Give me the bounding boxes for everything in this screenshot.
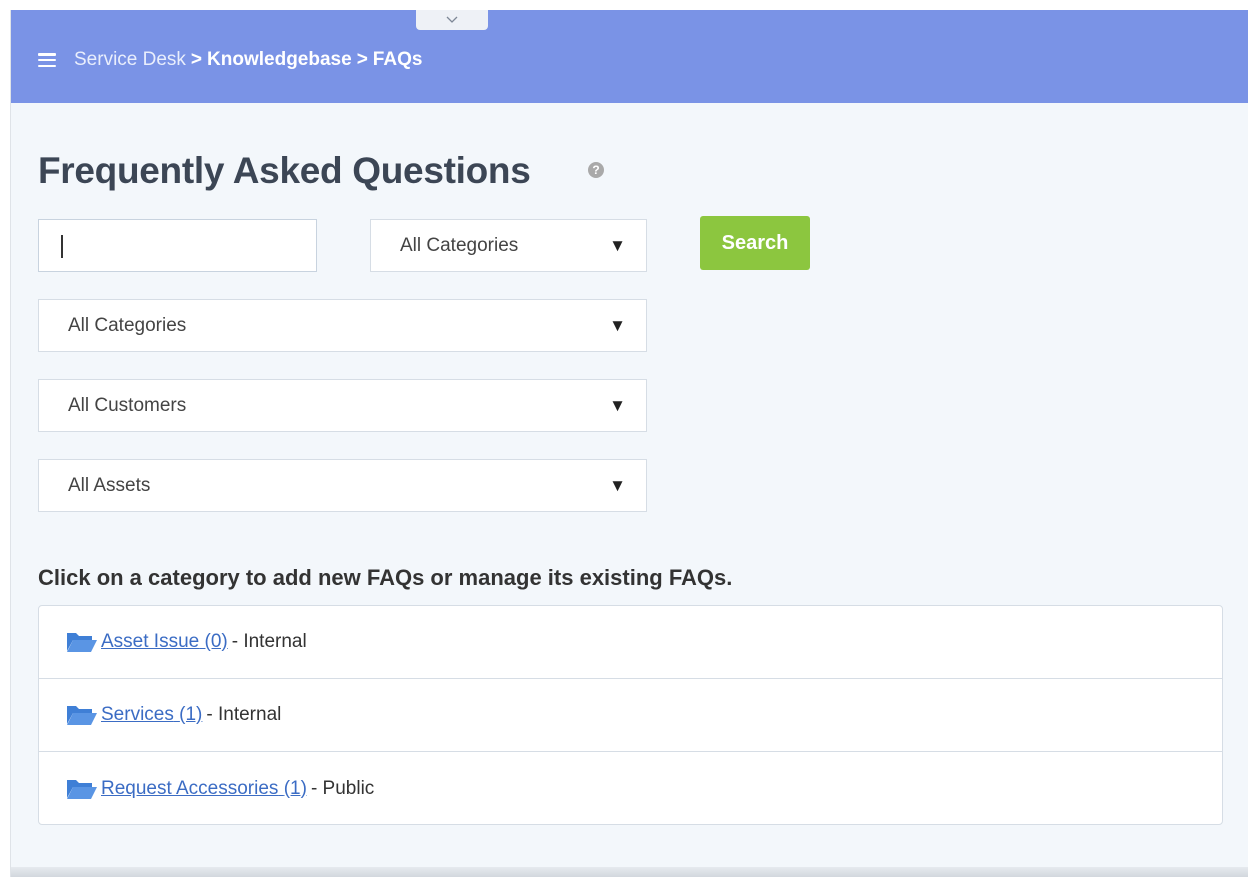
category-link-asset-issue[interactable]: Asset Issue (0) <box>66 630 228 654</box>
search-category-value: All Categories <box>400 234 519 256</box>
category-filter-value: All Categories <box>68 314 187 336</box>
category-name: Asset Issue <box>101 631 200 652</box>
search-category-select[interactable]: All Categories ▼ <box>370 219 647 272</box>
category-visibility: - Internal <box>231 631 307 652</box>
folder-open-icon <box>67 706 97 725</box>
category-list: Asset Issue (0) - Internal Services (1) … <box>38 605 1223 825</box>
help-icon[interactable]: ? <box>588 162 604 178</box>
category-link-services[interactable]: Services (1) <box>66 703 202 727</box>
category-count: (1) <box>283 777 307 799</box>
collapse-header-tab[interactable] <box>416 10 488 30</box>
category-count: (0) <box>204 631 228 652</box>
instruction-text: Click on a category to add new FAQs or m… <box>38 565 733 590</box>
search-input[interactable] <box>38 219 317 272</box>
page-title: Frequently Asked Questions <box>38 150 531 191</box>
breadcrumb-separator: > <box>190 49 203 70</box>
menu-icon[interactable] <box>38 53 56 67</box>
breadcrumb-faqs: FAQs <box>372 49 423 70</box>
search-button[interactable]: Search <box>700 216 810 270</box>
category-link-request-accessories[interactable]: Request Accessories (1) <box>66 777 307 801</box>
dropdown-arrow-icon: ▼ <box>609 315 626 335</box>
breadcrumb-knowledgebase[interactable]: Knowledgebase <box>207 49 352 71</box>
dropdown-arrow-icon: ▼ <box>609 475 626 495</box>
chevron-down-icon <box>446 16 458 23</box>
asset-filter-select[interactable]: All Assets ▼ <box>38 459 647 512</box>
category-visibility: - Internal <box>206 704 282 725</box>
category-visibility: - Public <box>310 777 375 799</box>
breadcrumb: Service Desk > Knowledgebase > FAQs <box>38 48 422 72</box>
category-row: Services (1) - Internal <box>39 679 1222 752</box>
category-count: (1) <box>179 704 203 725</box>
dropdown-arrow-icon: ▼ <box>609 395 626 415</box>
customer-filter-select[interactable]: All Customers ▼ <box>38 379 647 432</box>
category-filter-select[interactable]: All Categories ▼ <box>38 299 647 352</box>
category-name: Request Accessories <box>101 777 279 799</box>
category-row: Request Accessories (1) - Public <box>39 752 1222 825</box>
folder-open-icon <box>67 633 97 652</box>
text-cursor <box>61 235 63 258</box>
breadcrumb-service-desk[interactable]: Service Desk <box>74 49 186 71</box>
top-bar: Service Desk > Knowledgebase > FAQs <box>11 10 1248 103</box>
app-frame: Service Desk > Knowledgebase > FAQs Freq… <box>10 10 1248 877</box>
bottom-edge <box>11 867 1248 877</box>
category-row: Asset Issue (0) - Internal <box>39 606 1222 679</box>
customer-filter-value: All Customers <box>68 394 187 416</box>
breadcrumb-separator: > <box>356 49 368 70</box>
dropdown-arrow-icon: ▼ <box>609 235 626 255</box>
folder-open-icon <box>67 779 97 799</box>
asset-filter-value: All Assets <box>68 474 151 496</box>
category-name: Services <box>101 704 174 725</box>
